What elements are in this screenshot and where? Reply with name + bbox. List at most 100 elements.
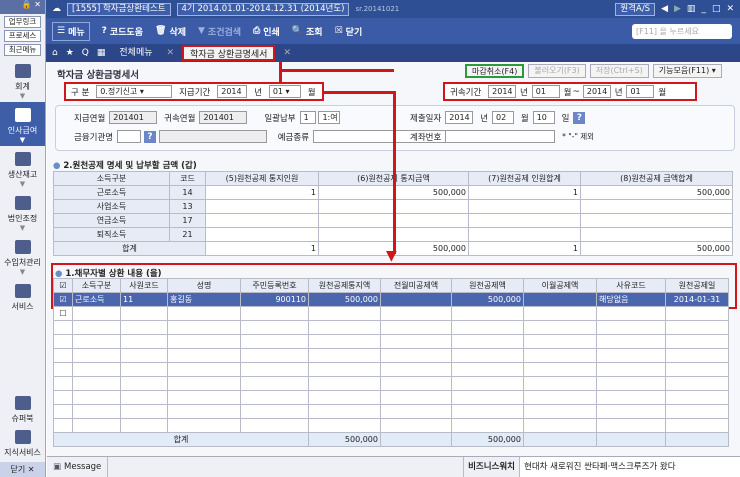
table-row[interactable]: ☐ — [53, 306, 729, 321]
pay-year-input[interactable]: 2014 — [217, 85, 248, 98]
table-row[interactable] — [53, 348, 729, 363]
sidebar-item-corporate[interactable]: 법인조정 ▼ — [0, 190, 45, 234]
tab-close-icon[interactable]: ✕ — [283, 48, 291, 58]
minimize-icon[interactable]: _ — [701, 4, 706, 14]
sb-book-icon — [14, 396, 31, 410]
work-link-button[interactable]: 업무링크 — [4, 16, 41, 28]
sidebar-item-hr-payroll[interactable]: 인사급여 ▼ — [0, 102, 45, 146]
calendar-icon[interactable]: ▦ — [97, 48, 106, 58]
row-checkbox[interactable]: ☐ — [53, 306, 73, 321]
forward-icon[interactable]: ▶ — [674, 4, 681, 14]
sidebar-item-client[interactable]: 수입처관리 ▼ — [0, 234, 45, 278]
bank-code-input[interactable] — [117, 130, 142, 143]
annotation-line — [324, 91, 393, 94]
inquiry-button[interactable]: 🔍 조회 — [292, 25, 323, 38]
row-checkbox[interactable]: ☑ — [53, 292, 73, 307]
recent-menu-button[interactable]: 최근메뉴 — [4, 44, 41, 56]
news-ticker[interactable]: 현대차 새로워진 싼타페·맥스크루즈가 왔다 — [520, 457, 740, 477]
table-row[interactable] — [53, 404, 729, 419]
company-selector[interactable]: [1555] 학자금상환테스트 — [67, 2, 171, 16]
sidebar-item-service[interactable]: 서비스 — [0, 278, 45, 314]
account-number-input[interactable] — [445, 130, 556, 143]
sidebar-close-button[interactable]: 닫기 ✕ — [0, 462, 45, 477]
close-button[interactable]: ☒ 닫기 — [335, 25, 363, 38]
printer-icon: ⎙ — [253, 26, 261, 36]
row-checkbox[interactable] — [53, 390, 73, 405]
row-checkbox[interactable] — [53, 334, 73, 349]
sidebar-item-production[interactable]: 생산재고 ▼ — [0, 146, 45, 190]
bulk-payment-input[interactable]: 1 — [299, 111, 316, 124]
pay-ym-field: 201401 — [109, 111, 158, 124]
table-row[interactable]: ☑ 근로소득 11 홍길동 900110 500,000 500,000 해당없음 2014-0… — [53, 292, 729, 307]
cancel-close-button[interactable]: 마감취소(F4) — [465, 64, 525, 78]
maximize-icon[interactable]: □ — [712, 4, 721, 14]
version-label: sr.20141021 — [355, 5, 400, 13]
table-row[interactable] — [53, 320, 729, 335]
col-header: (5)원천공제 통지인원 — [205, 171, 319, 186]
calculator-icon — [14, 64, 31, 78]
search-input[interactable]: [F11] 을 누르세요 — [632, 23, 732, 39]
belong-ym-field: 201401 — [199, 111, 248, 124]
load-button[interactable]: 불러오기(F3) — [528, 64, 586, 78]
belong-to-month-select[interactable]: 01 — [626, 85, 655, 98]
message-button[interactable]: ▣ Message — [47, 457, 109, 477]
pay-month-select[interactable]: 01 ▾ — [268, 85, 301, 98]
back-icon[interactable]: ◀ — [661, 4, 668, 14]
bulk-payment-text: 1:여 — [318, 111, 341, 124]
gubun-select[interactable]: 0.정기신고 ▾ — [96, 85, 173, 98]
submit-day-input[interactable]: 10 — [532, 111, 555, 124]
belong-from-year-input[interactable]: 2014 — [488, 85, 517, 98]
tab-all-menu[interactable]: 전체메뉴 — [113, 45, 158, 61]
col-header: (8)원천공제 금액합계 — [580, 171, 733, 186]
row-checkbox[interactable] — [53, 348, 73, 363]
col-header: (7)원천공제 인원합계 — [468, 171, 581, 186]
filter-button[interactable]: ▼ 조건검색 — [198, 25, 241, 38]
submit-year-input[interactable]: 2014 — [445, 111, 474, 124]
row-checkbox[interactable] — [53, 362, 73, 377]
remote-support-button[interactable]: 원격A/S — [615, 2, 656, 16]
building-icon — [14, 196, 31, 210]
arrow-head-icon: ▼ — [386, 248, 397, 264]
help-icon[interactable]: ? — [573, 111, 586, 124]
bank-name-field — [158, 130, 267, 143]
menu-button[interactable]: ☰ 메뉴 — [52, 21, 90, 41]
select-all-checkbox[interactable]: ☑ — [53, 278, 73, 293]
monitor-icon — [14, 284, 31, 298]
delete-button[interactable]: 🗑 삭제 — [155, 25, 186, 38]
close-box-icon: ☒ — [334, 26, 343, 36]
bank-help-icon[interactable]: ? — [143, 130, 156, 143]
lock-close-icon[interactable]: 🔒 ✕ — [0, 0, 45, 14]
home-icon[interactable]: ⌂ — [52, 48, 58, 58]
table-row[interactable] — [53, 362, 729, 377]
row-checkbox[interactable] — [53, 418, 73, 433]
app-logo-icon: ☁ — [52, 4, 61, 14]
row-checkbox[interactable] — [53, 376, 73, 391]
layout-icon[interactable]: ▥ — [687, 4, 696, 14]
table-row[interactable] — [53, 334, 729, 349]
belong-to-year-input[interactable]: 2014 — [582, 85, 611, 98]
table-row[interactable] — [53, 418, 729, 433]
sidebar-item-accounting[interactable]: 회계 ▼ — [0, 58, 45, 102]
close-window-icon[interactable]: ✕ — [726, 4, 734, 14]
magnifier-icon: 🔍 — [291, 26, 304, 36]
fiscal-period-selector[interactable]: 4기 2014.01.01-2014.12.31 (2014년도) — [176, 2, 350, 16]
save-button[interactable]: 저장(Ctrl+S) — [589, 64, 649, 78]
sidebar-item-superbook[interactable]: 슈퍼북 — [0, 390, 45, 426]
row-checkbox[interactable] — [53, 404, 73, 419]
table-row[interactable] — [53, 376, 729, 391]
row-checkbox[interactable] — [53, 320, 73, 335]
submit-month-input[interactable]: 02 — [491, 111, 514, 124]
tab-close-icon[interactable]: ✕ — [167, 48, 175, 58]
tab-student-loan[interactable]: 학자금 상환금명세서 — [182, 45, 276, 61]
belong-from-month-select[interactable]: 01 — [531, 85, 560, 98]
print-button[interactable]: ⎙ 인쇄 — [253, 25, 280, 38]
toolbar: ☰ 메뉴 ? 코드도움 🗑 삭제 ▼ 조건검색 ⎙ 인쇄 🔍 조회 ☒ 닫기 [F11] 을 … — [46, 18, 740, 44]
table-row[interactable] — [53, 390, 729, 405]
functions-dropdown[interactable]: 기능모음(F11) ▾ — [652, 64, 722, 78]
sidebar-item-knowledge[interactable]: 지식서비스 — [0, 424, 45, 460]
code-help-button[interactable]: ? 코드도움 — [102, 25, 143, 38]
search-icon[interactable]: Q — [82, 48, 89, 58]
process-button[interactable]: 프로세스 — [4, 30, 41, 42]
star-icon[interactable]: ★ — [66, 48, 74, 58]
page-title: 학자금 상환금명세서 — [57, 70, 139, 81]
